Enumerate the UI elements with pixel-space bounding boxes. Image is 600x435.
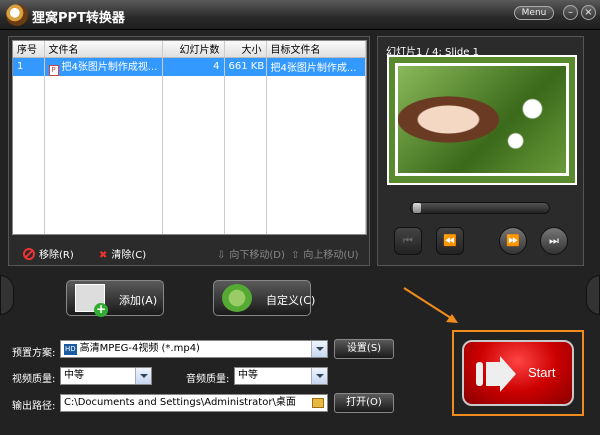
table-empty-area [13,75,366,234]
audio-quality-value: 中等 [238,370,258,381]
file-table: 序号 文件名 幻灯片数 大小 目标文件名 1 P 把4张图片制作成视... 4 6… [13,41,366,234]
column-header-target[interactable]: 目标文件名 [266,41,366,58]
move-up-label: 向上移动(U) [303,250,359,261]
slide-preview [387,55,577,185]
fast-forward-icon: ⏩ [506,234,520,247]
custom-button[interactable]: 自定义(C) [213,280,315,316]
minimize-button[interactable]: – [563,5,578,20]
skip-forward-icon: ⏭ [549,234,559,247]
arrow-up-icon: ⇧ [291,250,300,261]
video-quality-select[interactable]: 中等 [60,367,152,385]
output-path-label: 输出路径: [12,401,56,412]
table-row[interactable]: 1 P 把4张图片制作成视... 4 661 KB 把4张图片制作成... [13,57,366,76]
move-down-button[interactable]: ⇩ 向下移动(D) [217,246,285,261]
file-name-text: 把4张图片制作成视... [61,61,158,73]
video-quality-label: 视频质量: [12,374,56,385]
file-list-panel: 序号 文件名 幻灯片数 大小 目标文件名 1 P 把4张图片制作成视... 4 6… [8,36,370,266]
chevron-down-icon [135,368,151,384]
cell-index: 1 [13,57,45,76]
remove-button[interactable]: 移除(R) [23,246,74,261]
open-label: 打开(O) [346,397,382,408]
audio-quality-select[interactable]: 中等 [234,367,328,385]
start-button[interactable]: Start [462,340,574,406]
previous-slide-button[interactable]: ⏮ [394,227,422,255]
file-table-container[interactable]: 序号 文件名 幻灯片数 大小 目标文件名 1 P 把4张图片制作成视... 4 6… [12,40,367,235]
start-highlight-frame: Start [452,330,584,416]
audio-quality-label: 音频质量: [186,374,230,385]
player-controls: ⏮ ⏪ ⏩ ⏭ [382,193,580,263]
preset-value: 高清MPEG-4视频 (*.mp4) [79,343,200,354]
cell-target: 把4张图片制作成... [266,57,366,76]
file-actions-bar: 移除(R) ✖ 清除(C) ⇩ 向下移动(D) ⇧ 向上移动(U) [9,242,369,262]
playback-slider-thumb[interactable] [413,203,421,213]
close-button[interactable]: × [581,5,596,20]
chevron-down-icon [311,368,327,384]
ppt-file-icon: P [48,64,59,76]
playback-slider[interactable] [410,202,550,214]
menu-label: Menu [521,8,547,18]
table-header-row: 序号 文件名 幻灯片数 大小 目标文件名 [13,41,366,58]
clear-button[interactable]: ✖ 清除(C) [99,246,146,261]
menu-button[interactable]: Menu [514,6,554,20]
right-side-handle [586,275,600,315]
clear-label: 清除(C) [111,250,147,261]
cell-slides: 4 [162,57,225,76]
open-button[interactable]: 打开(O) [334,393,394,413]
close-icon: × [584,7,593,18]
output-settings: 预置方案: HD 高清MPEG-4视频 (*.mp4) 设置(S) 视频质量: 中… [8,330,445,420]
preset-select[interactable]: HD 高清MPEG-4视频 (*.mp4) [60,340,328,358]
play-arrow-icon [476,356,516,392]
preset-label: 预置方案: [12,348,56,359]
setup-button[interactable]: 设置(S) [334,339,394,359]
remove-label: 移除(R) [39,250,74,261]
move-down-label: 向下移动(D) [229,250,285,261]
next-slide-button[interactable]: ⏭ [540,227,568,255]
move-up-button[interactable]: ⇧ 向上移动(U) [291,246,359,261]
left-side-handle [0,275,14,315]
setup-label: 设置(S) [346,343,382,354]
chevron-down-icon [311,341,327,357]
column-header-slides[interactable]: 幻灯片数 [162,41,225,58]
slide-photo-image [395,63,569,176]
rewind-button[interactable]: ⏪ [436,227,464,255]
column-header-size[interactable]: 大小 [224,41,267,58]
column-header-index[interactable]: 序号 [13,41,45,58]
app-title: 狸窝PPT转换器 [32,11,125,26]
cell-size: 661 KB [224,57,267,76]
fast-forward-button[interactable]: ⏩ [499,227,527,255]
minimize-icon: – [568,7,573,18]
clear-icon: ✖ [99,250,108,261]
hd-badge-icon: HD [64,344,77,355]
slide-background [389,57,575,183]
app-logo-icon [6,4,28,26]
column-header-file-name[interactable]: 文件名 [44,41,163,58]
rewind-icon: ⏪ [443,234,457,247]
folder-icon[interactable] [312,398,324,408]
start-label: Start [528,365,556,380]
add-label: 添加(A) [119,294,158,307]
arrow-down-icon: ⇩ [217,250,226,261]
skip-back-icon: ⏮ [403,234,413,247]
add-button[interactable]: 添加(A) [66,280,164,317]
output-path-input[interactable]: C:\Documents and Settings\Administrator\… [60,394,328,412]
tools-icon [222,284,252,312]
preview-panel: 幻灯片1 / 4: Slide 1 ⏮ ⏪ ⏩ ⏭ [377,36,584,266]
add-file-icon [75,284,108,317]
remove-icon [23,248,35,260]
app-window: 狸窝PPT转换器 Menu – × 序号 文件名 幻灯片数 大小 目标文件名 1… [0,0,600,435]
title-bar[interactable]: 狸窝PPT转换器 Menu – × [0,0,600,30]
cell-file-name: P 把4张图片制作成视... [44,57,163,76]
orange-pointer-arrow-icon [403,287,458,323]
custom-label: 自定义(C) [266,294,316,307]
output-path-value: C:\Documents and Settings\Administrator\… [64,397,296,408]
video-quality-value: 中等 [64,370,84,381]
